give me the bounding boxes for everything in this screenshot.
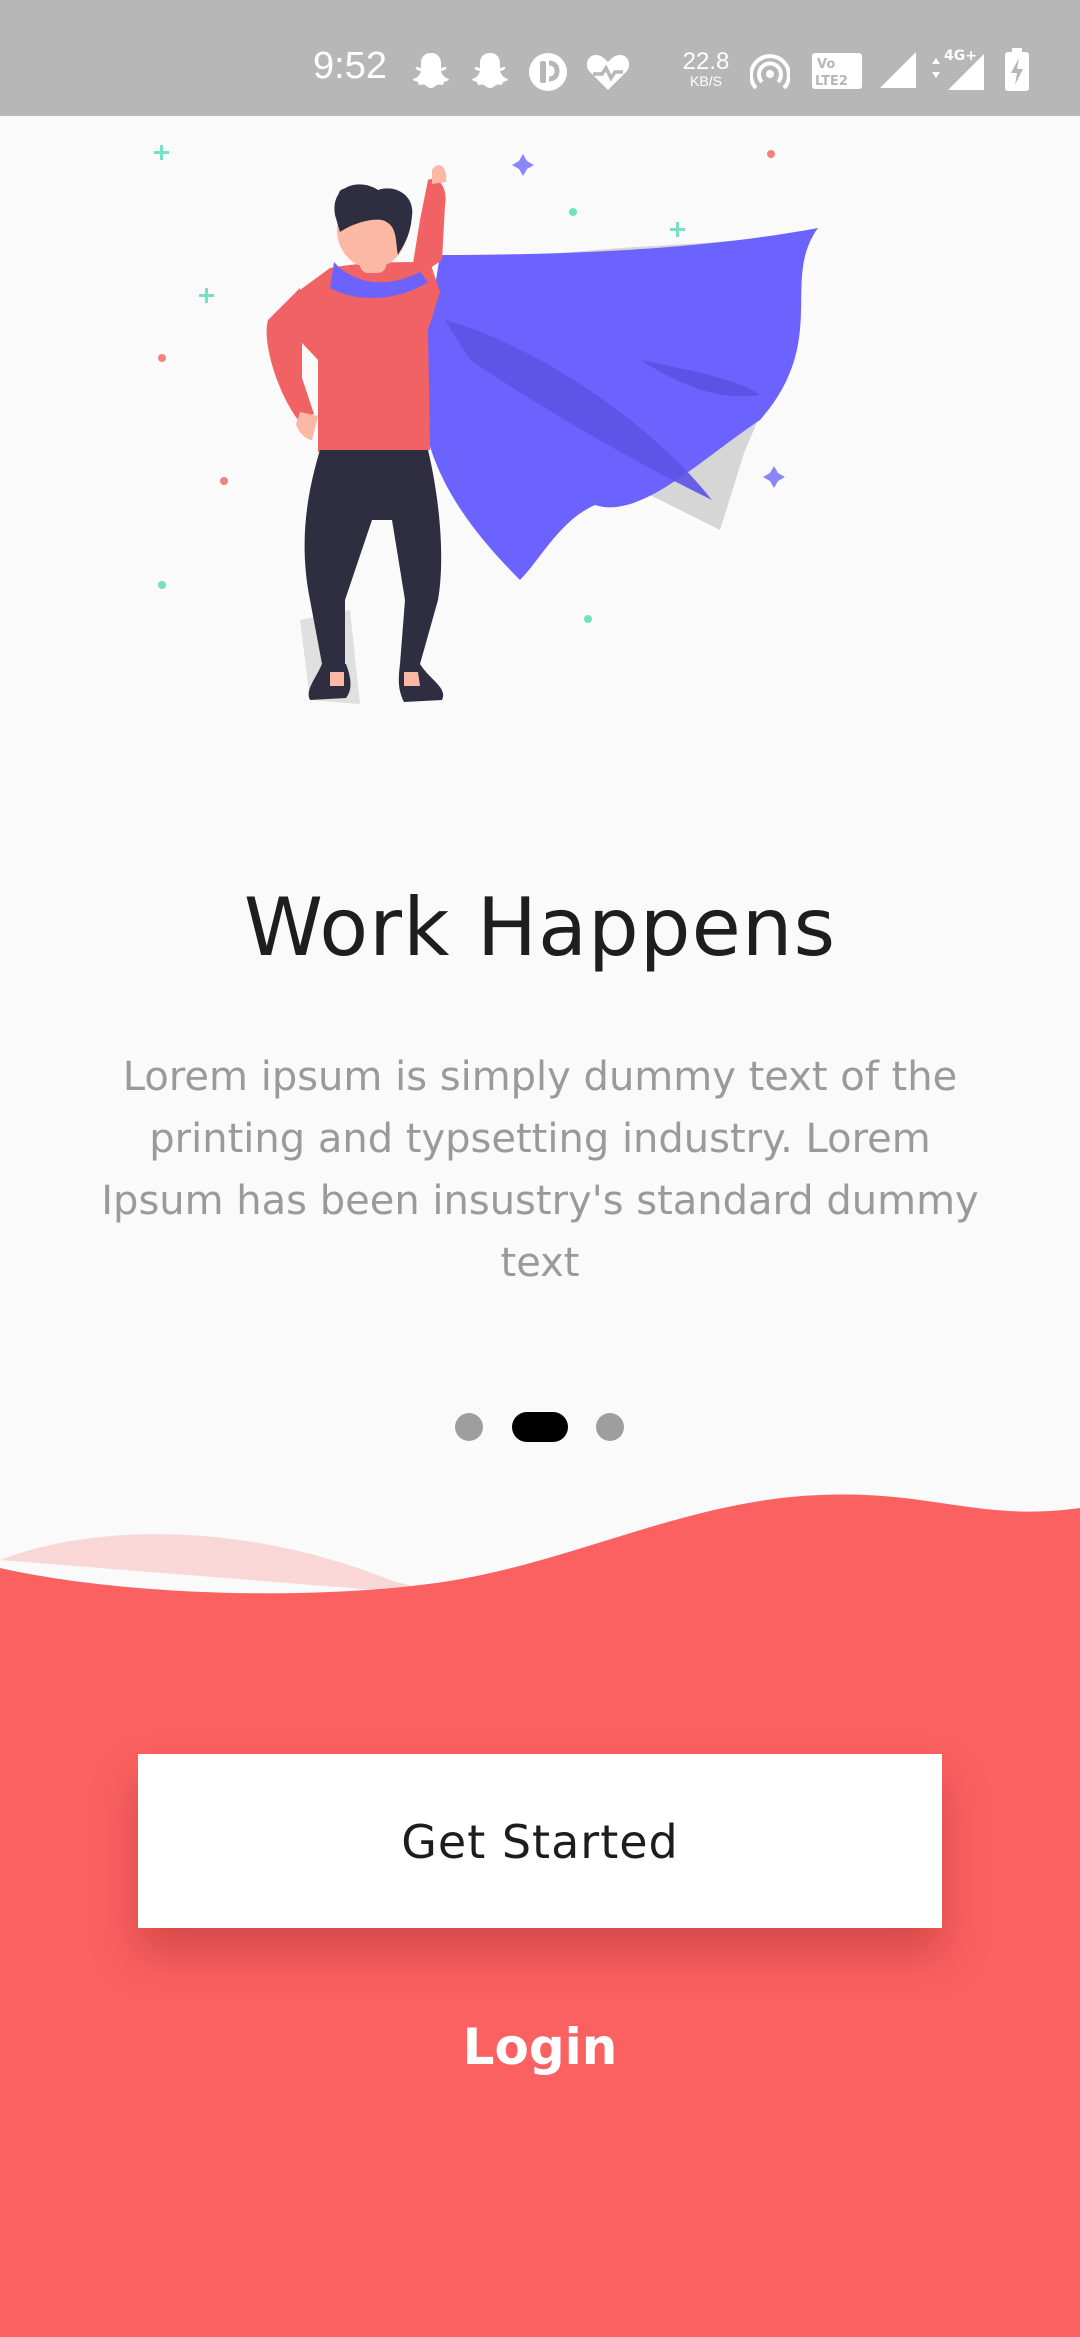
page-dot-1[interactable] (455, 1413, 483, 1441)
net-speed: 22.8 KB/S (681, 48, 731, 90)
net-speed-value: 22.8 (682, 48, 730, 75)
battery-charging-icon (1005, 48, 1029, 91)
net-speed-unit: KB/S (690, 73, 722, 89)
onboarding-title: Work Happens (243, 881, 837, 974)
svg-text:Vo: Vo (817, 57, 835, 72)
page-dot-2-active[interactable] (512, 1412, 568, 1442)
signal-icon (880, 52, 916, 88)
hotspot-icon (750, 54, 790, 90)
page-indicator (0, 1412, 1080, 1442)
status-time: 9:52 (313, 45, 387, 87)
login-link[interactable]: Login (390, 2014, 690, 2080)
snapchat-icon (472, 53, 508, 88)
superhero-illustration (154, 145, 818, 704)
svg-text:4G+: 4G+ (944, 48, 977, 64)
onboarding-description: Lorem ipsum is simply dummy text of the … (101, 1054, 979, 1286)
health-heart-icon (586, 55, 630, 90)
volte-icon: Vo LTE2 (812, 53, 862, 89)
get-started-button[interactable]: Get Started (138, 1754, 942, 1928)
snapchat-icon (413, 53, 449, 88)
app-icon (529, 53, 567, 91)
4g-signal-icon: 4G+ (932, 48, 984, 90)
page-dot-3[interactable] (596, 1413, 624, 1441)
svg-text:LTE2: LTE2 (815, 74, 848, 89)
status-bar: 9:52 22.8 KB/S Vo LTE2 4G+ (0, 0, 1080, 116)
